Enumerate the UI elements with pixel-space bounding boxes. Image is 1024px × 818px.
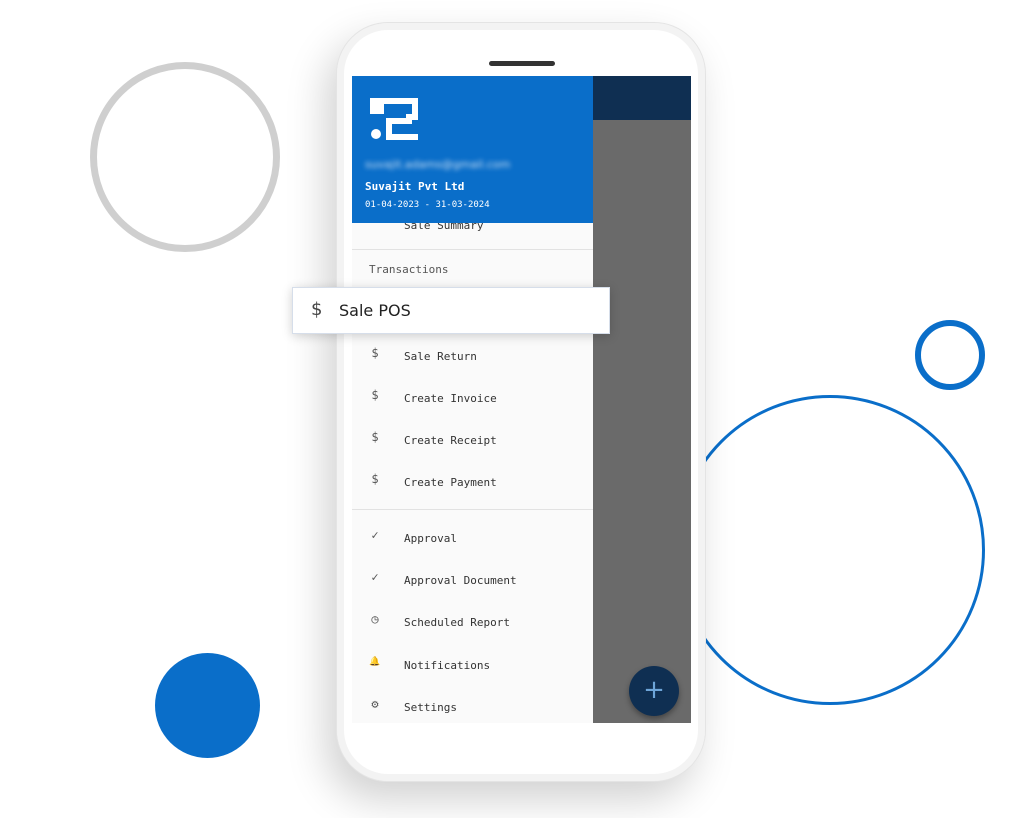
user-email: suvajit.adams@gmail.com <box>365 158 511 171</box>
drawer-item-label: Approval Document <box>404 574 517 587</box>
drawer-item-label: Settings <box>404 701 457 714</box>
highlighted-menu-item-sale-pos[interactable]: $ Sale POS <box>292 287 610 334</box>
drawer-item-create-invoice[interactable]: $ Create Invoice <box>352 388 593 422</box>
gear-icon: ⚙ <box>371 697 379 711</box>
drawer-item-label: Approval <box>404 532 457 545</box>
drawer-item-label: Sale Return <box>404 350 477 363</box>
phone-mockup: + suvajit.adams@gmail.com Suvajit Pvt Lt… <box>336 22 706 782</box>
app-logo-icon <box>370 98 418 140</box>
drawer-divider <box>352 249 593 250</box>
phone-speaker <box>489 61 555 66</box>
drawer-item-create-payment[interactable]: $ Create Payment <box>352 472 593 506</box>
drawer-item-notifications[interactable]: 🔔 Notifications <box>352 655 593 689</box>
dollar-icon: $ <box>371 430 379 444</box>
phone-screen: + suvajit.adams@gmail.com Suvajit Pvt Lt… <box>352 76 691 723</box>
highlighted-item-label: Sale POS <box>339 301 411 320</box>
drawer-item-label: Create Receipt <box>404 434 497 447</box>
financial-period: 01-04-2023 - 31-03-2024 <box>365 200 490 210</box>
dollar-icon: $ <box>371 346 379 360</box>
dollar-icon: $ <box>311 299 323 320</box>
drawer-item-settings[interactable]: ⚙ Settings <box>352 697 593 723</box>
drawer-header: suvajit.adams@gmail.com Suvajit Pvt Ltd … <box>352 76 593 223</box>
decor-blue-dot <box>155 653 260 758</box>
drawer-divider <box>352 509 593 510</box>
drawer-item-label: Scheduled Report <box>404 616 510 629</box>
company-name: Suvajit Pvt Ltd <box>365 180 465 193</box>
dollar-icon: $ <box>371 472 379 486</box>
drawer-item-label: Notifications <box>404 659 491 672</box>
drawer-item-label: Create Invoice <box>404 392 497 405</box>
navigation-drawer: suvajit.adams@gmail.com Suvajit Pvt Ltd … <box>352 76 593 723</box>
drawer-item-approval[interactable]: ✓ Approval <box>352 528 593 562</box>
add-fab-button[interactable]: + <box>629 666 679 716</box>
decor-small-blue-ring <box>915 320 985 390</box>
section-title-transactions: Transactions <box>369 263 449 276</box>
clock-icon: ◷ <box>371 612 379 626</box>
drawer-item-label: Create Payment <box>404 476 497 489</box>
bell-icon: 🔔 <box>369 657 381 667</box>
dollar-icon: $ <box>371 388 379 402</box>
app-bar <box>592 76 691 120</box>
drawer-item-sale-return[interactable]: $ Sale Return <box>352 346 593 380</box>
decor-gray-ring <box>90 62 280 252</box>
drawer-item-scheduled-report[interactable]: ◷ Scheduled Report <box>352 612 593 646</box>
check-icon: ✓ <box>371 528 379 542</box>
drawer-item-create-receipt[interactable]: $ Create Receipt <box>352 430 593 464</box>
drawer-item-approval-document[interactable]: ✓ Approval Document <box>352 570 593 604</box>
decor-large-blue-ring <box>675 395 985 705</box>
check-icon: ✓ <box>371 570 379 584</box>
